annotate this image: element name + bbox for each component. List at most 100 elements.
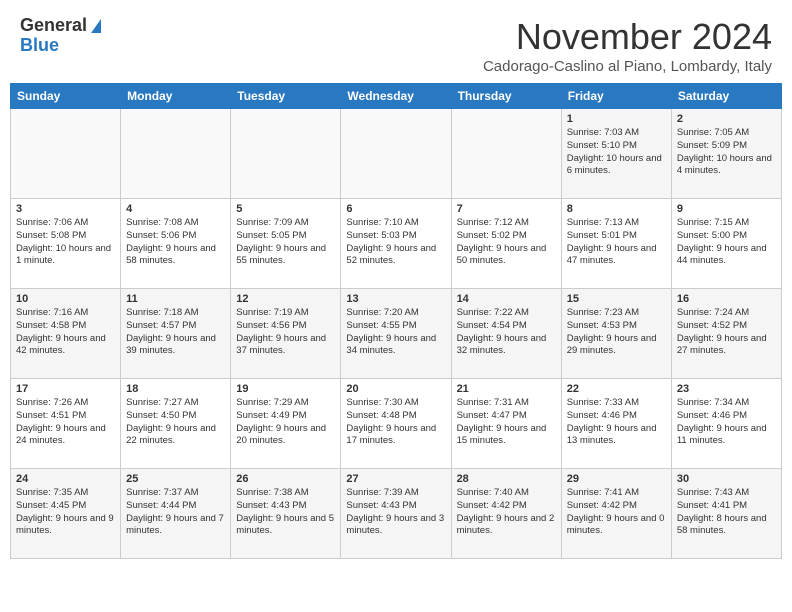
day-cell: 20 Sunrise: 7:30 AM Sunset: 4:48 PM Dayli… — [341, 379, 451, 469]
day-number: 23 — [677, 383, 776, 395]
col-header-wednesday: Wednesday — [341, 84, 451, 109]
day-number: 22 — [567, 383, 666, 395]
day-number: 16 — [677, 293, 776, 305]
col-header-monday: Monday — [121, 84, 231, 109]
day-info: Sunrise: 7:16 AM Sunset: 4:58 PM Dayligh… — [16, 307, 106, 356]
day-info: Sunrise: 7:23 AM Sunset: 4:53 PM Dayligh… — [567, 307, 657, 356]
day-number: 15 — [567, 293, 666, 305]
day-info: Sunrise: 7:29 AM Sunset: 4:49 PM Dayligh… — [236, 397, 326, 446]
day-cell: 11 Sunrise: 7:18 AM Sunset: 4:57 PM Dayli… — [121, 289, 231, 379]
day-info: Sunrise: 7:30 AM Sunset: 4:48 PM Dayligh… — [346, 397, 436, 446]
day-cell: 22 Sunrise: 7:33 AM Sunset: 4:46 PM Dayli… — [561, 379, 671, 469]
week-row-1: 1Sunrise: 7:03 AM Sunset: 5:10 PM Daylig… — [11, 109, 782, 199]
day-cell: 6 Sunrise: 7:10 AM Sunset: 5:03 PM Daylig… — [341, 199, 451, 289]
day-number: 14 — [457, 293, 556, 305]
day-cell: 19 Sunrise: 7:29 AM Sunset: 4:49 PM Dayli… — [231, 379, 341, 469]
day-info: Sunrise: 7:15 AM Sunset: 5:00 PM Dayligh… — [677, 217, 767, 266]
day-number: 10 — [16, 293, 115, 305]
day-number: 24 — [16, 473, 115, 485]
logo: General Blue — [20, 16, 101, 56]
day-cell: 24 Sunrise: 7:35 AM Sunset: 4:45 PM Dayli… — [11, 469, 121, 559]
day-number: 5 — [236, 203, 335, 215]
day-cell: 9 Sunrise: 7:15 AM Sunset: 5:00 PM Daylig… — [671, 199, 781, 289]
day-cell: 16Sunrise: 7:24 AM Sunset: 4:52 PM Dayli… — [671, 289, 781, 379]
location-subtitle: Cadorago-Caslino al Piano, Lombardy, Ita… — [483, 58, 772, 75]
day-info: Sunrise: 7:39 AM Sunset: 4:43 PM Dayligh… — [346, 487, 444, 536]
day-cell: 17 Sunrise: 7:26 AM Sunset: 4:51 PM Dayli… — [11, 379, 121, 469]
col-header-friday: Friday — [561, 84, 671, 109]
day-info: Sunrise: 7:33 AM Sunset: 4:46 PM Dayligh… — [567, 397, 657, 446]
logo-general-text: General — [20, 16, 87, 36]
day-cell — [121, 109, 231, 199]
day-info: Sunrise: 7:34 AM Sunset: 4:46 PM Dayligh… — [677, 397, 767, 446]
week-row-4: 17 Sunrise: 7:26 AM Sunset: 4:51 PM Dayli… — [11, 379, 782, 469]
day-cell: 2 Sunrise: 7:05 AM Sunset: 5:09 PM Daylig… — [671, 109, 781, 199]
day-info: Sunrise: 7:05 AM Sunset: 5:09 PM Dayligh… — [677, 127, 772, 176]
day-cell: 25 Sunrise: 7:37 AM Sunset: 4:44 PM Dayli… — [121, 469, 231, 559]
calendar-wrapper: SundayMondayTuesdayWednesdayThursdayFrid… — [0, 83, 792, 569]
day-number: 3 — [16, 203, 115, 215]
calendar-table: SundayMondayTuesdayWednesdayThursdayFrid… — [10, 83, 782, 559]
day-number: 17 — [16, 383, 115, 395]
day-cell: 10 Sunrise: 7:16 AM Sunset: 4:58 PM Dayli… — [11, 289, 121, 379]
calendar-header: SundayMondayTuesdayWednesdayThursdayFrid… — [11, 84, 782, 109]
day-cell: 7 Sunrise: 7:12 AM Sunset: 5:02 PM Daylig… — [451, 199, 561, 289]
day-number: 20 — [346, 383, 445, 395]
week-row-2: 3 Sunrise: 7:06 AM Sunset: 5:08 PM Daylig… — [11, 199, 782, 289]
day-number: 7 — [457, 203, 556, 215]
day-info: Sunrise: 7:38 AM Sunset: 4:43 PM Dayligh… — [236, 487, 334, 536]
day-info: Sunrise: 7:26 AM Sunset: 4:51 PM Dayligh… — [16, 397, 106, 446]
day-number: 11 — [126, 293, 225, 305]
week-row-3: 10 Sunrise: 7:16 AM Sunset: 4:58 PM Dayli… — [11, 289, 782, 379]
day-cell: 23 Sunrise: 7:34 AM Sunset: 4:46 PM Dayli… — [671, 379, 781, 469]
day-cell: 8Sunrise: 7:13 AM Sunset: 5:01 PM Daylig… — [561, 199, 671, 289]
day-cell — [231, 109, 341, 199]
day-number: 13 — [346, 293, 445, 305]
day-number: 12 — [236, 293, 335, 305]
day-cell: 12Sunrise: 7:19 AM Sunset: 4:56 PM Dayli… — [231, 289, 341, 379]
col-header-tuesday: Tuesday — [231, 84, 341, 109]
day-number: 8 — [567, 203, 666, 215]
logo-blue-text: Blue — [20, 36, 101, 56]
day-info: Sunrise: 7:12 AM Sunset: 5:02 PM Dayligh… — [457, 217, 547, 266]
day-number: 6 — [346, 203, 445, 215]
day-info: Sunrise: 7:18 AM Sunset: 4:57 PM Dayligh… — [126, 307, 216, 356]
week-row-5: 24 Sunrise: 7:35 AM Sunset: 4:45 PM Dayli… — [11, 469, 782, 559]
day-info: Sunrise: 7:40 AM Sunset: 4:42 PM Dayligh… — [457, 487, 555, 536]
day-info: Sunrise: 7:06 AM Sunset: 5:08 PM Dayligh… — [16, 217, 111, 266]
day-number: 2 — [677, 113, 776, 125]
day-info: Sunrise: 7:35 AM Sunset: 4:45 PM Dayligh… — [16, 487, 114, 536]
day-info: Sunrise: 7:41 AM Sunset: 4:42 PM Dayligh… — [567, 487, 665, 536]
day-cell: 18Sunrise: 7:27 AM Sunset: 4:50 PM Dayli… — [121, 379, 231, 469]
day-info: Sunrise: 7:03 AM Sunset: 5:10 PM Dayligh… — [567, 127, 662, 176]
day-number: 25 — [126, 473, 225, 485]
calendar-body: 1Sunrise: 7:03 AM Sunset: 5:10 PM Daylig… — [11, 109, 782, 559]
day-cell — [11, 109, 121, 199]
day-cell: 5Sunrise: 7:09 AM Sunset: 5:05 PM Daylig… — [231, 199, 341, 289]
day-cell: 21Sunrise: 7:31 AM Sunset: 4:47 PM Dayli… — [451, 379, 561, 469]
day-number: 9 — [677, 203, 776, 215]
month-title: November 2024 — [483, 16, 772, 58]
day-info: Sunrise: 7:10 AM Sunset: 5:03 PM Dayligh… — [346, 217, 436, 266]
header-row: SundayMondayTuesdayWednesdayThursdayFrid… — [11, 84, 782, 109]
page-header: General Blue November 2024 Cadorago-Casl… — [0, 0, 792, 83]
day-cell: 1Sunrise: 7:03 AM Sunset: 5:10 PM Daylig… — [561, 109, 671, 199]
day-info: Sunrise: 7:22 AM Sunset: 4:54 PM Dayligh… — [457, 307, 547, 356]
day-info: Sunrise: 7:43 AM Sunset: 4:41 PM Dayligh… — [677, 487, 767, 536]
day-cell: 30Sunrise: 7:43 AM Sunset: 4:41 PM Dayli… — [671, 469, 781, 559]
day-cell: 13 Sunrise: 7:20 AM Sunset: 4:55 PM Dayli… — [341, 289, 451, 379]
day-number: 28 — [457, 473, 556, 485]
day-info: Sunrise: 7:37 AM Sunset: 4:44 PM Dayligh… — [126, 487, 224, 536]
day-cell: 3 Sunrise: 7:06 AM Sunset: 5:08 PM Daylig… — [11, 199, 121, 289]
col-header-sunday: Sunday — [11, 84, 121, 109]
day-number: 27 — [346, 473, 445, 485]
col-header-thursday: Thursday — [451, 84, 561, 109]
day-info: Sunrise: 7:20 AM Sunset: 4:55 PM Dayligh… — [346, 307, 436, 356]
day-number: 21 — [457, 383, 556, 395]
day-cell: 27 Sunrise: 7:39 AM Sunset: 4:43 PM Dayli… — [341, 469, 451, 559]
day-number: 26 — [236, 473, 335, 485]
day-number: 19 — [236, 383, 335, 395]
day-info: Sunrise: 7:08 AM Sunset: 5:06 PM Dayligh… — [126, 217, 216, 266]
day-cell: 28 Sunrise: 7:40 AM Sunset: 4:42 PM Dayli… — [451, 469, 561, 559]
day-cell: 4Sunrise: 7:08 AM Sunset: 5:06 PM Daylig… — [121, 199, 231, 289]
